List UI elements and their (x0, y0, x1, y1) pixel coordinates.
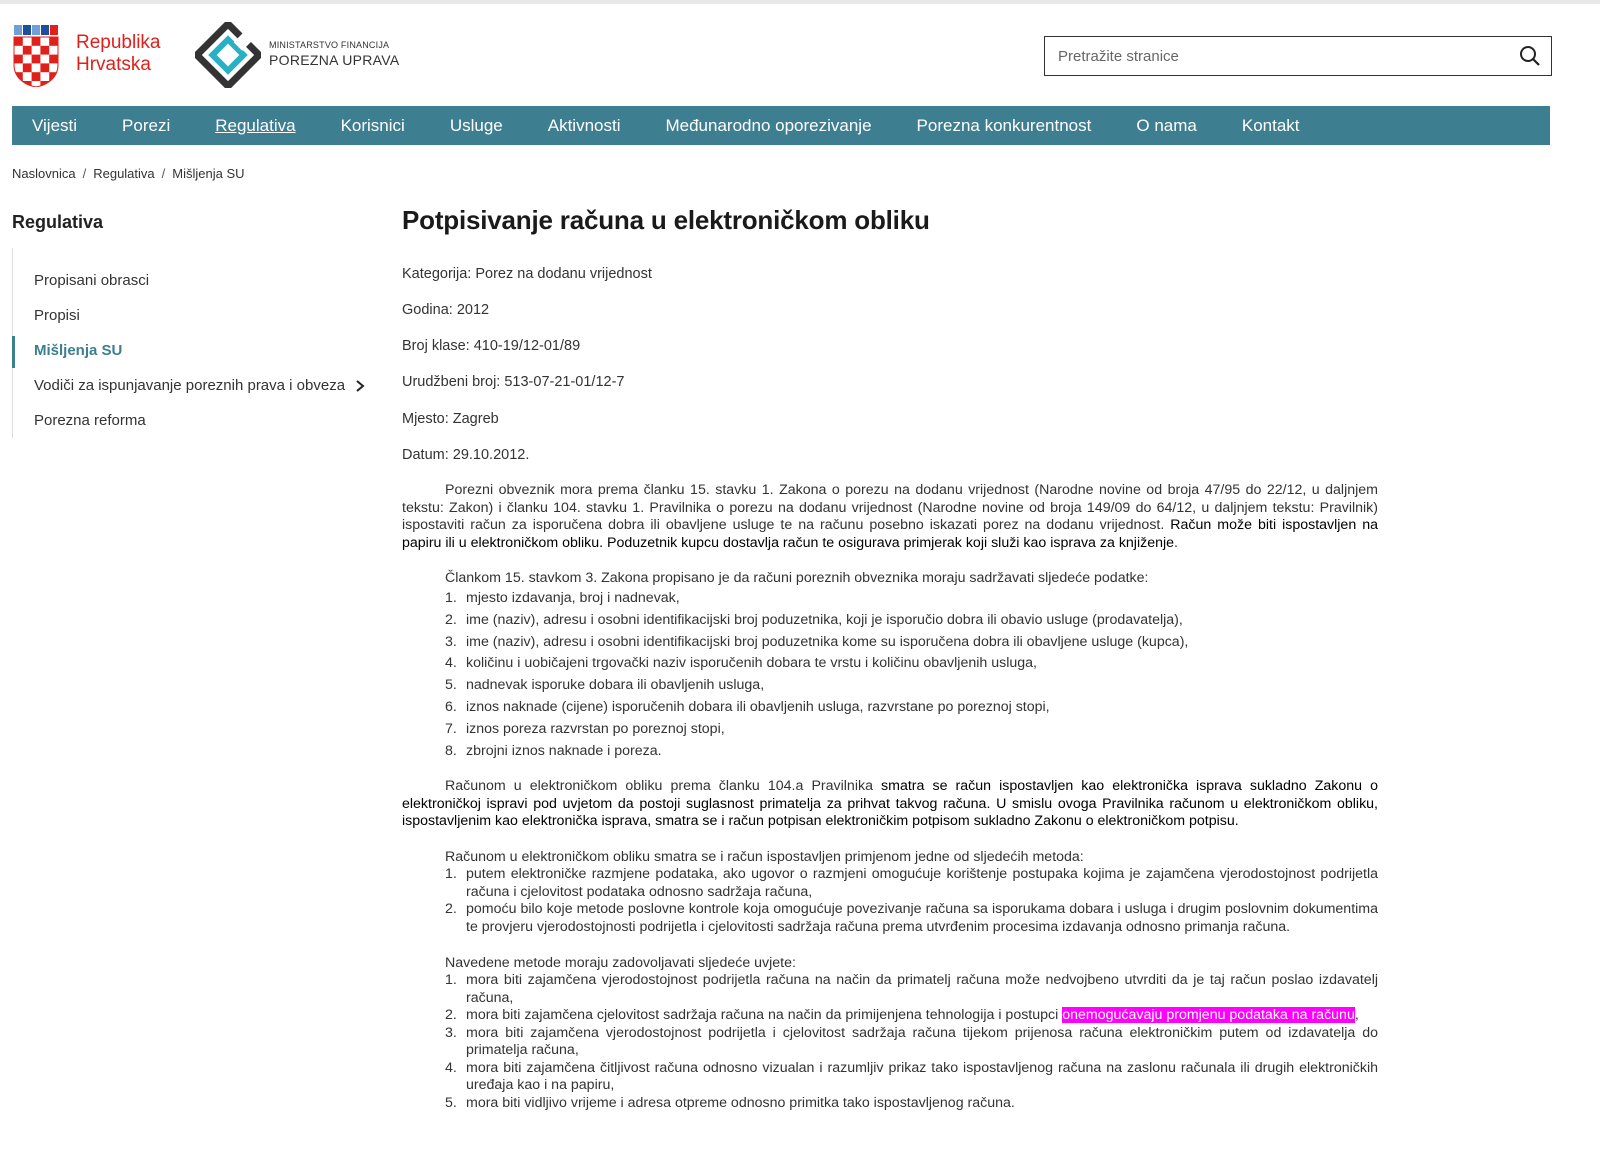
list-item: 3. mora biti zajamčena vjerodostojnost po… (445, 1024, 1378, 1059)
breadcrumb-regulativa[interactable]: Regulativa (93, 166, 154, 181)
nav-item-medunarodno-oporezivanje[interactable]: Međunarodno oporezivanje (665, 116, 871, 136)
meta-godina: Godina: 2012 (402, 302, 490, 318)
search-box (1044, 36, 1552, 76)
paragraph-1: Porezni obveznik mora prema članku 15. s… (402, 482, 1378, 551)
list-item: 3. ime (naziv), adresu i osobni identifik… (445, 633, 1189, 650)
meta-datum: Datum: 29.10.2012. (402, 447, 530, 463)
top-border (0, 0, 1600, 4)
meta-broj-klase: Broj klase: 410-19/12-01/89 (402, 338, 581, 354)
list-1: 1. mjesto izdavanja, broj i nadnevak, 2. i… (445, 590, 1378, 760)
list-2: 1. putem elektroničke razmjene podataka, … (445, 866, 1378, 936)
nav-item-korisnici[interactable]: Korisnici (341, 116, 405, 136)
sidebar-item-propisi[interactable]: Propisi (34, 307, 80, 324)
breadcrumb-naslovnica[interactable]: Naslovnica (12, 166, 76, 181)
sidebar-active-indicator (12, 336, 15, 368)
list-item: 7. iznos poreza razvrstan po poreznoj sto… (445, 720, 725, 737)
sidebar: Regulativa Propisani obrasci Propisi Miš… (12, 212, 372, 438)
breadcrumb-current: Mišljenja SU (172, 166, 245, 181)
croatia-coat-of-arms-icon[interactable] (12, 25, 60, 87)
list-item: 8. zbrojni iznos naknade i poreza. (445, 742, 662, 759)
list-3: 1. mora biti zajamčena vjerodostojnost po… (445, 972, 1378, 1112)
breadcrumb-separator: / (82, 166, 87, 181)
meta-urudzbeni-broj: Urudžbeni broj: 513-07-21-01/12-7 (402, 374, 625, 390)
list-item: 5. nadnevak isporuke dobara ili obavljeni… (445, 677, 765, 694)
meta-kategorija: Kategorija: Porez na dodanu vrijednost (402, 266, 652, 282)
list-item: 1. putem elektroničke razmjene podataka, … (445, 866, 1378, 900)
nav-item-kontakt[interactable]: Kontakt (1242, 116, 1300, 136)
nav-item-porezna-konkurentnost[interactable]: Porezna konkurentnost (917, 116, 1092, 136)
meta-mjesto: Mjesto: Zagreb (402, 411, 499, 427)
list-item: 6. iznos naknade (cijene) isporučenih dob… (445, 698, 1050, 715)
list-item: 5. mora biti vidljivo vrijeme i adresa ot… (445, 1094, 1015, 1111)
sidebar-item-vodici[interactable]: Vodiči za ispunjavanje poreznih prava i … (34, 377, 365, 394)
chevron-right-icon[interactable] (355, 379, 365, 393)
sidebar-item-porezna-reforma[interactable]: Porezna reforma (34, 412, 146, 429)
ministry-logo-icon[interactable] (195, 22, 261, 88)
page-title: Potpisivanje računa u elektroničkom obli… (402, 205, 930, 235)
breadcrumb: Naslovnica / Regulativa / Mišljenja SU (12, 166, 245, 181)
list-item: 2. mora biti zajamčena cjelovitost sadrža… (445, 1007, 1359, 1023)
search-input[interactable] (1045, 37, 1505, 75)
nav-item-usluge[interactable]: Usluge (450, 116, 503, 136)
sidebar-item-label: Vodiči za ispunjavanje poreznih prava i … (34, 377, 346, 394)
sidebar-item-misljenja-su[interactable]: Mišljenja SU (34, 342, 122, 359)
list-item: 4. količinu i uobičajeni trgovački naziv … (445, 655, 1037, 672)
nav-item-regulativa[interactable]: Regulativa (215, 116, 295, 136)
nav-item-vijesti[interactable]: Vijesti (32, 116, 77, 136)
sidebar-list: Propisani obrasci Propisi Mišljenja SU V… (12, 248, 372, 438)
nav-item-porezi[interactable]: Porezi (122, 116, 170, 136)
article: Potpisivanje računa u elektroničkom obli… (402, 205, 1378, 1111)
list-1-intro: Člankom 15. stavkom 3. Zakona propisano … (445, 570, 1149, 586)
list-3-intro: Navedene metode moraju zadovoljavati slj… (445, 955, 796, 971)
main-nav: Vijesti Porezi Regulativa Korisnici Uslu… (12, 106, 1550, 145)
nav-item-aktivnosti[interactable]: Aktivnosti (548, 116, 621, 136)
sidebar-item-propisani-obrasci[interactable]: Propisani obrasci (34, 272, 149, 289)
list-item: 1. mjesto izdavanja, broj i nadnevak, (445, 590, 680, 606)
breadcrumb-separator: / (161, 166, 166, 181)
nav-item-o-nama[interactable]: O nama (1136, 116, 1196, 136)
site-header: Republika Hrvatska MINISTARSTVO FINANCIJ… (12, 22, 1588, 90)
list-item: 1. mora biti zajamčena vjerodostojnost po… (445, 972, 1378, 1006)
ministry-name[interactable]: MINISTARSTVO FINANCIJA POREZNA UPRAVA (269, 40, 400, 69)
list-2-intro: Računom u elektroničkom obliku smatra se… (445, 849, 1084, 865)
brand-name[interactable]: Republika Hrvatska (76, 32, 161, 76)
search-icon[interactable] (1519, 45, 1541, 67)
sidebar-title: Regulativa (12, 212, 104, 232)
paragraph-2: Računom u elektroničkom obliku prema čla… (402, 778, 1379, 829)
list-item: 2. ime (naziv), adresu i osobni identifik… (445, 611, 1183, 628)
list-item: 4. mora biti zajamčena čitljivost računa … (445, 1059, 1378, 1094)
list-item: 2. pomoću bilo koje metode poslovne kontr… (445, 901, 1378, 935)
highlighted-text: onemogućavaju promjenu podataka na račun… (1062, 1007, 1355, 1023)
